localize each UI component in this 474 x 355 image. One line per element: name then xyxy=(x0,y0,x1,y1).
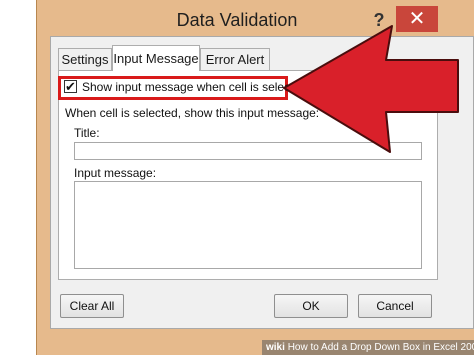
watermark-brand: wiki xyxy=(266,342,285,353)
red-arrow-annotation xyxy=(283,25,459,153)
wikihow-watermark: wiki How to Add a Drop Down Box in Excel… xyxy=(262,340,474,355)
watermark-text: How to Add a Drop Down Box in Excel 2007 xyxy=(287,342,474,353)
